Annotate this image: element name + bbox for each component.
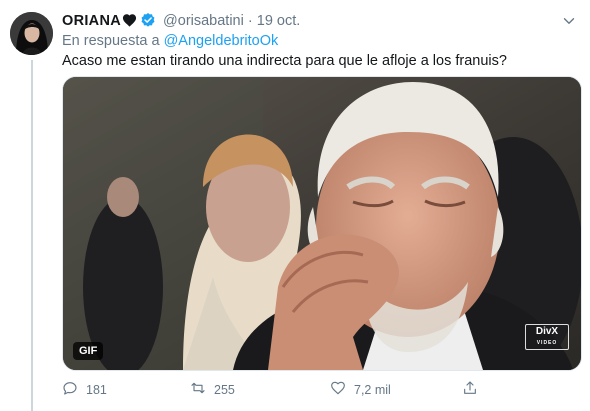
action-bar: 181 255 7,2 mil	[62, 380, 482, 400]
author-name[interactable]: ORIANA	[62, 13, 121, 29]
avatar[interactable]	[10, 12, 53, 55]
reply-prefix: En respuesta a	[62, 33, 160, 49]
retweet-icon	[190, 380, 206, 399]
gif-frame-illustration	[63, 77, 581, 370]
retweet-count: 255	[214, 382, 235, 397]
tweet-header: ORIANA @orisabatini · 19 oct.	[62, 12, 578, 32]
heart-outline-icon	[330, 380, 346, 399]
like-count: 7,2 mil	[354, 382, 391, 397]
gif-badge: GIF	[73, 342, 104, 360]
verified-badge-icon	[140, 12, 156, 32]
reply-count: 181	[86, 382, 107, 397]
divx-watermark: DivX VIDEO	[525, 324, 569, 350]
like-button[interactable]: 7,2 mil	[330, 380, 391, 399]
author-handle[interactable]: @orisabatini	[163, 13, 244, 29]
reply-to-line: En respuesta a @AngeldebritoOk	[62, 33, 278, 49]
black-heart-icon	[122, 13, 137, 31]
reply-handle-link[interactable]: @AngeldebritoOk	[164, 33, 279, 49]
watermark-main: DivX	[535, 326, 559, 337]
reply-icon	[62, 380, 78, 399]
gif-media[interactable]: GIF DivX VIDEO	[62, 76, 582, 371]
reply-button[interactable]: 181	[62, 380, 107, 399]
share-button[interactable]	[462, 380, 478, 399]
retweet-button[interactable]: 255	[190, 380, 235, 399]
separator-dot: ·	[247, 13, 253, 29]
share-icon	[462, 380, 478, 399]
watermark-sub: VIDEO	[536, 340, 558, 346]
tweet-text: Acaso me estan tirando una indirecta par…	[62, 53, 507, 69]
tweet-date[interactable]: 19 oct.	[257, 13, 301, 29]
thread-line	[31, 60, 33, 411]
chevron-down-icon[interactable]	[560, 12, 578, 30]
